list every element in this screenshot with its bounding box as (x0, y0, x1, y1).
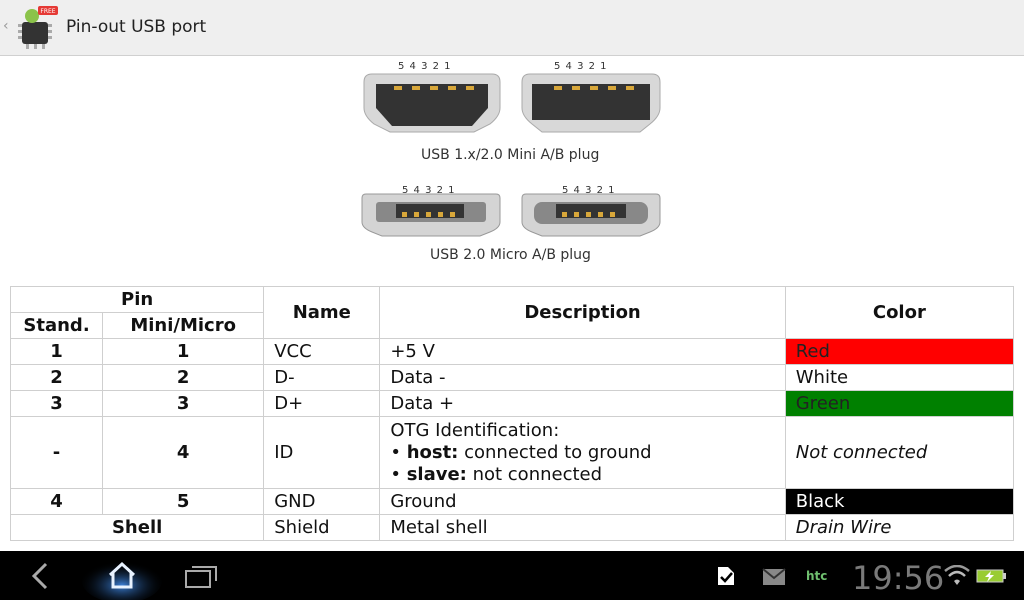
table-row: 2 2 D- Data - White (9, 364, 1015, 391)
cell-description: +5 V (379, 338, 786, 365)
cell-name: VCC (263, 338, 381, 365)
micro-plug-image-2 (521, 193, 661, 237)
mini-plug-image-2 (521, 73, 661, 133)
cell-mini: 3 (102, 390, 265, 417)
back-icon[interactable] (28, 561, 52, 591)
cell-color-black: Black (784, 488, 1015, 515)
table-row: Shell Shield Metal shell Drain Wire (9, 514, 1015, 541)
up-chevron-icon[interactable]: ‹ (3, 18, 9, 34)
header-color: Color (784, 286, 1015, 339)
free-badge: FREE (40, 8, 55, 15)
micro-plug-caption: USB 2.0 Micro A/B plug (430, 247, 591, 263)
action-bar: ‹ FREE Pin-out USB port (0, 0, 1024, 56)
table-row: 3 3 D+ Data + Green (9, 390, 1015, 417)
wifi-icon (944, 565, 970, 585)
cell-color-green: Green (784, 390, 1015, 417)
micro-pin-numbers-2: 5 4 3 2 1 (562, 185, 616, 196)
app-title: Pin-out USB port (66, 17, 207, 37)
home-icon[interactable] (80, 551, 164, 600)
cell-stand: 1 (9, 338, 104, 365)
micro-plug-image-1 (361, 193, 501, 237)
otg-slave-line: • slave: not connected (390, 463, 603, 485)
cell-color-not-connected: Not connected (784, 416, 1015, 489)
header-name: Name (263, 286, 381, 339)
cell-stand: 2 (9, 364, 104, 391)
battery-charging-icon (976, 569, 1006, 583)
cell-stand: 3 (9, 390, 104, 417)
otg-title: OTG Identification: (390, 419, 560, 441)
cell-description-otg: OTG Identification: • host: connected to… (379, 416, 786, 489)
header-description: Description (379, 286, 786, 339)
system-bar: htc 19:56 (0, 551, 1024, 600)
mail-icon[interactable] (762, 568, 786, 586)
cell-name: D- (263, 364, 381, 391)
cell-color-drain-wire: Drain Wire (784, 514, 1015, 541)
cell-mini: 4 (102, 416, 265, 489)
micro-pin-numbers-1: 5 4 3 2 1 (402, 185, 456, 196)
cell-name: Shield (263, 514, 381, 541)
cell-mini: 1 (102, 338, 265, 365)
cell-stand: 4 (9, 488, 104, 515)
cell-color-white: White (784, 364, 1015, 391)
mini-plug-image-1 (363, 73, 501, 133)
table-row: - 4 ID OTG Identification: • host: conne… (9, 416, 1015, 489)
mini-pin-numbers-1: 5 4 3 2 1 (398, 61, 452, 72)
content-area: 5 4 3 2 1 5 4 3 2 1 USB 1.x/2.0 Mini A/B… (0, 56, 1024, 551)
cell-name: GND (263, 488, 381, 515)
header-pin: Pin (9, 286, 265, 313)
task-notification-icon[interactable] (714, 564, 738, 588)
otg-host-line: • host: connected to ground (390, 441, 652, 463)
cell-mini: 2 (102, 364, 265, 391)
cell-description: Ground (379, 488, 786, 515)
cell-stand: - (9, 416, 104, 489)
app-icon[interactable]: FREE (12, 4, 60, 52)
table-row: 1 1 VCC +5 V Red (9, 338, 1015, 365)
recent-apps-icon[interactable] (184, 563, 220, 589)
pinout-table: Pin Name Description Color Stand. Mini/M… (9, 286, 1015, 541)
carrier-label: htc (806, 569, 828, 583)
mini-pin-numbers-2: 5 4 3 2 1 (554, 61, 608, 72)
cell-description: Data + (379, 390, 786, 417)
cell-name: ID (263, 416, 381, 489)
cell-mini: 5 (102, 488, 265, 515)
cell-shell: Shell (9, 514, 265, 541)
cell-name: D+ (263, 390, 381, 417)
cell-description: Data - (379, 364, 786, 391)
cell-description: Metal shell (379, 514, 786, 541)
header-stand: Stand. (9, 312, 104, 339)
header-mini-micro: Mini/Micro (102, 312, 265, 339)
table-row: 4 5 GND Ground Black (9, 488, 1015, 515)
mini-plug-caption: USB 1.x/2.0 Mini A/B plug (421, 147, 600, 163)
clock: 19:56 (852, 559, 945, 597)
cell-color-red: Red (784, 338, 1015, 365)
